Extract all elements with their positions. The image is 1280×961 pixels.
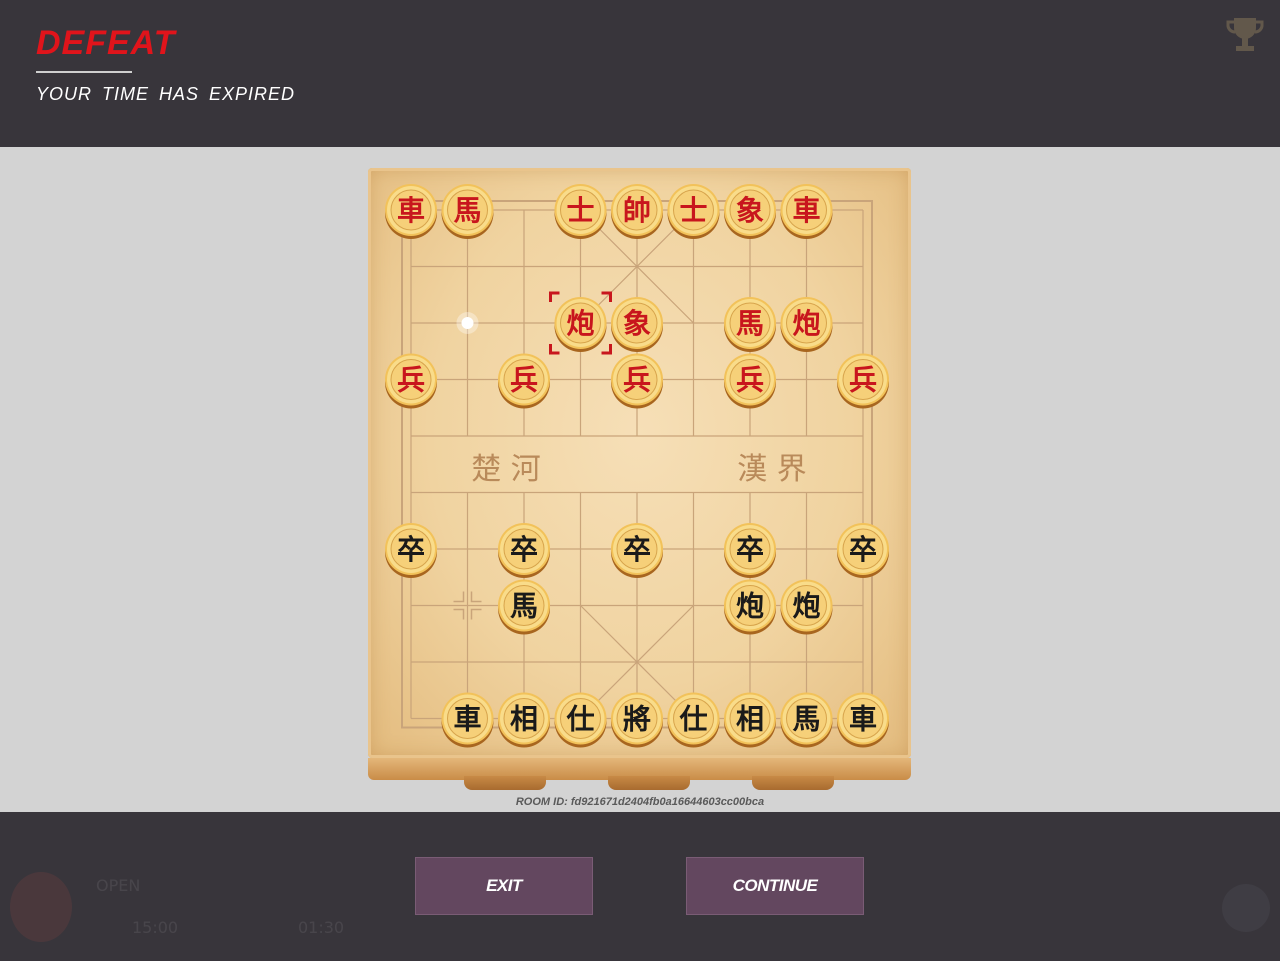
piece-label: 兵 <box>849 364 877 397</box>
black-piece[interactable]: 車 <box>837 692 889 748</box>
piece-label: 兵 <box>736 364 764 397</box>
black-piece[interactable]: 仕 <box>554 692 607 748</box>
black-piece[interactable]: 仕 <box>667 692 720 748</box>
black-piece[interactable]: 相 <box>724 692 776 748</box>
bottom-bar <box>0 812 1280 961</box>
piece-label: 卒 <box>849 533 877 566</box>
piece-label: 車 <box>792 194 820 227</box>
black-piece[interactable]: 車 <box>441 692 494 748</box>
black-piece[interactable]: 卒 <box>837 523 889 578</box>
piece-label: 兵 <box>623 364 651 397</box>
result-reason: YOUR TIME HAS EXPIRED <box>36 84 296 104</box>
red-piece[interactable]: 炮 <box>554 297 607 352</box>
red-piece[interactable]: 象 <box>724 184 776 239</box>
red-piece[interactable]: 兵 <box>385 353 437 409</box>
piece-label: 馬 <box>510 590 538 623</box>
red-piece[interactable]: 兵 <box>837 353 889 409</box>
piece-label: 炮 <box>566 307 594 340</box>
red-piece[interactable]: 兵 <box>611 353 663 409</box>
chevron-up-icon[interactable] <box>1222 884 1270 932</box>
black-piece[interactable]: 將 <box>611 692 663 748</box>
red-piece[interactable]: 士 <box>554 184 607 239</box>
piece-label: 兵 <box>397 364 425 397</box>
black-piece[interactable]: 炮 <box>724 579 776 635</box>
red-piece[interactable]: 馬 <box>441 184 494 239</box>
piece-label: 炮 <box>736 590 764 623</box>
piece-label: 士 <box>566 194 594 227</box>
piece-label: 卒 <box>623 533 651 566</box>
piece-label: 仕 <box>565 703 594 736</box>
piece-label: 兵 <box>510 364 538 397</box>
piece-label: 炮 <box>792 307 820 340</box>
black-piece[interactable]: 卒 <box>724 523 776 578</box>
red-piece[interactable]: 士 <box>667 184 720 239</box>
black-piece[interactable]: 卒 <box>385 523 437 578</box>
piece-label: 卒 <box>397 533 425 566</box>
black-piece[interactable]: 炮 <box>780 579 833 635</box>
red-piece[interactable]: 炮 <box>780 297 833 352</box>
piece-label: 士 <box>679 194 707 227</box>
board-foot <box>752 776 834 790</box>
player-avatar <box>10 872 72 942</box>
red-piece[interactable]: 馬 <box>724 297 776 352</box>
piece-label: 象 <box>623 307 651 340</box>
red-piece[interactable]: 帥 <box>611 184 663 239</box>
board-foot <box>608 776 690 790</box>
red-piece[interactable]: 兵 <box>498 353 550 409</box>
piece-label: 仕 <box>678 703 707 736</box>
black-piece[interactable]: 相 <box>498 692 550 748</box>
piece-label: 將 <box>623 703 651 736</box>
piece-label: 車 <box>849 703 877 736</box>
xiangqi-board[interactable]: 楚 河 漢 界 車馬士帥士象車炮象馬炮兵兵兵兵兵卒卒卒卒卒馬炮炮車相仕將仕相馬車 <box>368 168 911 790</box>
title-divider <box>36 71 132 73</box>
board-foot <box>464 776 546 790</box>
red-piece[interactable]: 車 <box>385 184 437 239</box>
river-text-right: 漢 界 <box>737 452 807 487</box>
piece-label: 馬 <box>736 307 764 340</box>
result-title: DEFEAT <box>36 24 176 62</box>
red-piece[interactable]: 車 <box>780 184 833 239</box>
piece-label: 相 <box>736 703 764 736</box>
total-time: 15:00 <box>132 918 179 937</box>
black-piece[interactable]: 卒 <box>611 523 663 578</box>
continue-button[interactable]: CONTINUE <box>686 857 864 915</box>
river-text-left: 楚 河 <box>471 452 541 487</box>
black-piece[interactable]: 馬 <box>780 692 833 748</box>
piece-label: 車 <box>397 194 425 227</box>
top-bar: DEFEAT YOUR TIME HAS EXPIRED <box>0 0 1280 147</box>
black-piece[interactable]: 馬 <box>498 579 550 635</box>
trophy-icon[interactable] <box>1224 14 1266 56</box>
player-status: OPEN <box>96 876 141 895</box>
piece-label: 卒 <box>510 533 538 566</box>
piece-label: 車 <box>453 703 481 736</box>
last-move-dot <box>456 312 479 334</box>
move-time: 01:30 <box>298 918 345 937</box>
piece-label: 卒 <box>736 533 764 566</box>
black-piece[interactable]: 卒 <box>498 523 550 578</box>
red-piece[interactable]: 兵 <box>724 353 776 409</box>
room-id: ROOM ID: fd921671d2404fb0a16644603cc00bc… <box>515 796 765 808</box>
red-piece[interactable]: 象 <box>611 297 663 352</box>
piece-label: 炮 <box>792 590 820 623</box>
board-grid: 楚 河 漢 界 車馬士帥士象車炮象馬炮兵兵兵兵兵卒卒卒卒卒馬炮炮車相仕將仕相馬車 <box>385 184 889 748</box>
exit-button[interactable]: EXIT <box>415 857 593 915</box>
piece-label: 帥 <box>623 194 651 227</box>
piece-label: 馬 <box>792 703 820 736</box>
piece-label: 象 <box>736 194 764 227</box>
piece-label: 馬 <box>453 194 481 227</box>
piece-label: 相 <box>510 703 538 736</box>
